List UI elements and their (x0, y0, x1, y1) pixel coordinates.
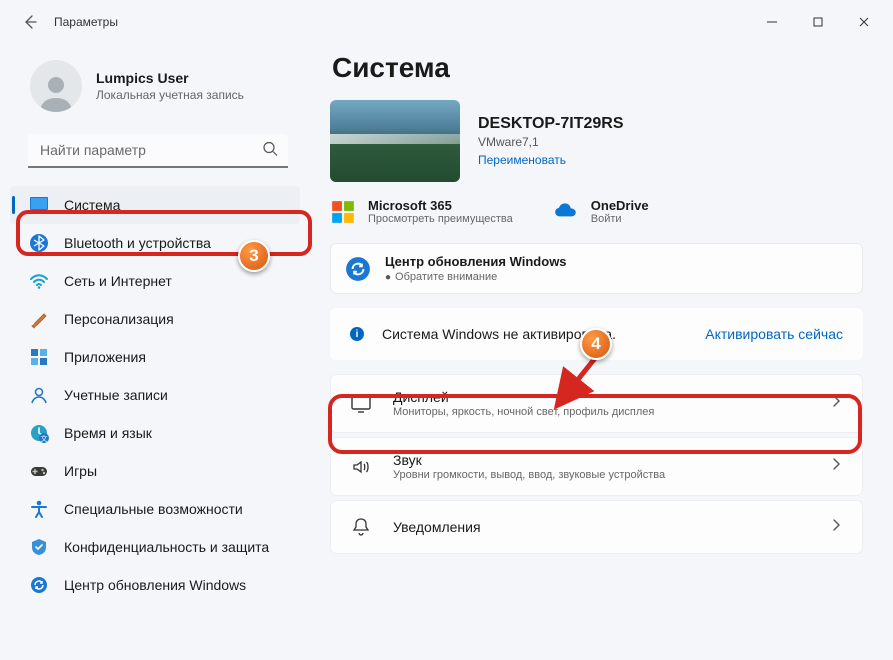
sidebar-item-apps[interactable]: Приложения (10, 338, 300, 376)
windows-update-row[interactable]: Центр обновления Windows ●Обратите внима… (330, 243, 863, 294)
search-wrap (28, 134, 288, 168)
sidebar-item-label: Центр обновления Windows (64, 577, 246, 593)
privacy-icon (28, 536, 50, 558)
sidebar-item-label: Система (64, 197, 120, 213)
svg-text:文: 文 (41, 434, 48, 443)
setting-display[interactable]: Дисплей Мониторы, яркость, ночной свет, … (330, 374, 863, 433)
maximize-icon (810, 14, 826, 30)
callout-badge-3: 3 (238, 240, 270, 272)
games-icon (28, 460, 50, 482)
sidebar-item-label: Персонализация (64, 311, 174, 327)
sound-icon (349, 455, 373, 479)
callout-badge-4: 4 (580, 328, 612, 360)
sidebar-item-label: Игры (64, 463, 97, 479)
apps-icon (28, 346, 50, 368)
promo-onedrive[interactable]: OneDrive Войти (553, 198, 649, 225)
sidebar-item-personalization[interactable]: Персонализация (10, 300, 300, 338)
pc-model: VMware7,1 (478, 135, 624, 149)
wifi-icon (28, 270, 50, 292)
sidebar: Lumpics User Локальная учетная запись Си… (0, 44, 308, 660)
desktop-thumbnail[interactable] (330, 100, 460, 182)
update-icon (345, 256, 371, 282)
sidebar-item-label: Время и язык (64, 425, 152, 441)
m365-icon (330, 199, 356, 225)
back-button[interactable] (16, 8, 44, 36)
search-icon (262, 141, 278, 162)
promo-title: OneDrive (591, 198, 649, 213)
update-title: Центр обновления Windows (385, 254, 567, 269)
promo-subtitle: Просмотреть преимущества (368, 213, 513, 225)
chevron-right-icon (828, 517, 844, 538)
pc-name: DESKTOP-7IT29RS (478, 115, 624, 133)
minimize-button[interactable] (749, 7, 795, 37)
onedrive-icon (553, 199, 579, 225)
promo-title: Microsoft 365 (368, 198, 513, 213)
update-subtitle: ●Обратите внимание (385, 271, 567, 283)
bluetooth-icon (28, 232, 50, 254)
sidebar-item-label: Приложения (64, 349, 146, 365)
promo-m365[interactable]: Microsoft 365 Просмотреть преимущества (330, 198, 513, 225)
sidebar-item-update[interactable]: Центр обновления Windows (10, 566, 300, 604)
promo-subtitle: Войти (591, 213, 649, 225)
system-icon (28, 194, 50, 216)
avatar (30, 60, 82, 112)
setting-title: Уведомления (393, 519, 828, 535)
setting-title: Дисплей (393, 389, 828, 405)
info-icon: i (350, 327, 364, 341)
setting-sound[interactable]: Звук Уровни громкости, вывод, ввод, звук… (330, 437, 863, 496)
setting-subtitle: Уровни громкости, вывод, ввод, звуковые … (393, 469, 828, 481)
activation-text: Система Windows не активирована. (382, 326, 705, 342)
sidebar-item-system[interactable]: Система (10, 186, 300, 224)
activate-now-link[interactable]: Активировать сейчас (705, 326, 843, 342)
chevron-right-icon (828, 456, 844, 477)
setting-subtitle: Мониторы, яркость, ночной свет, профиль … (393, 406, 828, 418)
window-title: Параметры (54, 15, 118, 29)
sidebar-item-label: Конфиденциальность и защита (64, 539, 269, 555)
account-icon (28, 384, 50, 406)
brush-icon (28, 308, 50, 330)
bell-icon (349, 515, 373, 539)
maximize-button[interactable] (795, 7, 841, 37)
pc-row: DESKTOP-7IT29RS VMware7,1 Переименовать (330, 100, 863, 182)
minimize-icon (764, 14, 780, 30)
close-button[interactable] (841, 7, 887, 37)
person-icon (36, 72, 76, 112)
setting-notifications[interactable]: Уведомления (330, 500, 863, 554)
sidebar-item-label: Bluetooth и устройства (64, 235, 211, 251)
chevron-right-icon (828, 393, 844, 414)
sidebar-item-label: Сеть и Интернет (64, 273, 172, 289)
setting-title: Звук (393, 452, 828, 468)
profile-block[interactable]: Lumpics User Локальная учетная запись (10, 48, 300, 130)
sidebar-item-label: Учетные записи (64, 387, 168, 403)
sidebar-item-label: Специальные возможности (64, 501, 243, 517)
close-icon (856, 14, 872, 30)
sidebar-item-gaming[interactable]: Игры (10, 452, 300, 490)
accessibility-icon (28, 498, 50, 520)
sidebar-item-accounts[interactable]: Учетные записи (10, 376, 300, 414)
rename-link[interactable]: Переименовать (478, 153, 624, 167)
display-icon (349, 392, 373, 416)
sidebar-item-accessibility[interactable]: Специальные возможности (10, 490, 300, 528)
profile-subtitle: Локальная учетная запись (96, 88, 244, 102)
sidebar-item-time[interactable]: 文 Время и язык (10, 414, 300, 452)
page-heading: Система (332, 52, 863, 84)
search-input[interactable] (28, 134, 288, 168)
titlebar: Параметры (0, 0, 893, 44)
update-icon (28, 574, 50, 596)
profile-name: Lumpics User (96, 70, 244, 86)
arrow-left-icon (22, 14, 38, 30)
time-icon: 文 (28, 422, 50, 444)
sidebar-item-privacy[interactable]: Конфиденциальность и защита (10, 528, 300, 566)
